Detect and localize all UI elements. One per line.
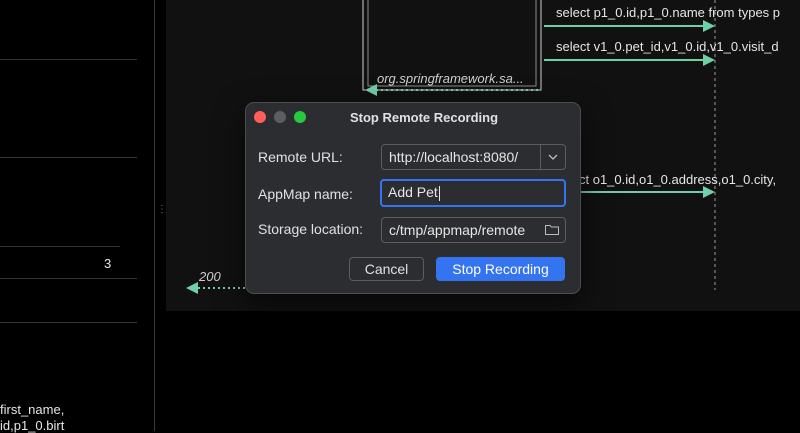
remote-url-value: http://localhost:8080/ [389, 149, 519, 165]
storage-location-value: c/tmp/appmap/remote [389, 222, 526, 238]
storage-location-label: Storage location: [258, 221, 364, 237]
row-count: 3 [104, 256, 112, 271]
stop-recording-button[interactable]: Stop Recording [436, 257, 565, 281]
storage-location-field[interactable]: c/tmp/appmap/remote [381, 217, 566, 243]
chevron-down-icon[interactable] [540, 145, 565, 169]
arrow-head [186, 282, 198, 294]
message-label[interactable]: select p1_0.id,p1_0.name from types p [556, 5, 780, 20]
divider [0, 278, 137, 279]
message-label[interactable]: select v1_0.pet_id,v1_0.id,v1_0.visit_d [556, 39, 779, 54]
appmap-name-value: Add Pet [388, 184, 438, 200]
text-cursor [438, 185, 440, 201]
divider [0, 246, 120, 247]
dialog-title: Stop Remote Recording [349, 110, 499, 125]
remote-url-combobox[interactable]: http://localhost:8080/ [381, 144, 566, 170]
arrow-head [703, 20, 715, 32]
cancel-button[interactable]: Cancel [349, 257, 424, 281]
folder-icon[interactable] [545, 224, 559, 235]
appmap-name-input[interactable]: Add Pet [380, 179, 566, 207]
divider [0, 322, 137, 323]
return-label[interactable]: 200 [199, 269, 221, 284]
canvas-background [166, 311, 800, 431]
arrow-head [703, 186, 715, 198]
remote-url-label: Remote URL: [258, 149, 343, 165]
arrow-head [703, 54, 715, 66]
appmap-name-label: AppMap name: [258, 186, 353, 202]
stop-remote-recording-dialog: Stop Remote Recording Remote URL: http:/… [245, 102, 581, 294]
return-label[interactable]: org.springframework.sa... [377, 71, 524, 86]
message-label[interactable]: ct o1_0.id,o1_0.address,o1_0.city, [579, 172, 776, 187]
dialog-titlebar: Stop Remote Recording [246, 103, 580, 131]
left-panel: 3 first_name, id,p1_0.birt [0, 0, 155, 433]
divider [0, 157, 137, 158]
divider [0, 59, 137, 60]
code-line: first_name, [0, 402, 65, 417]
